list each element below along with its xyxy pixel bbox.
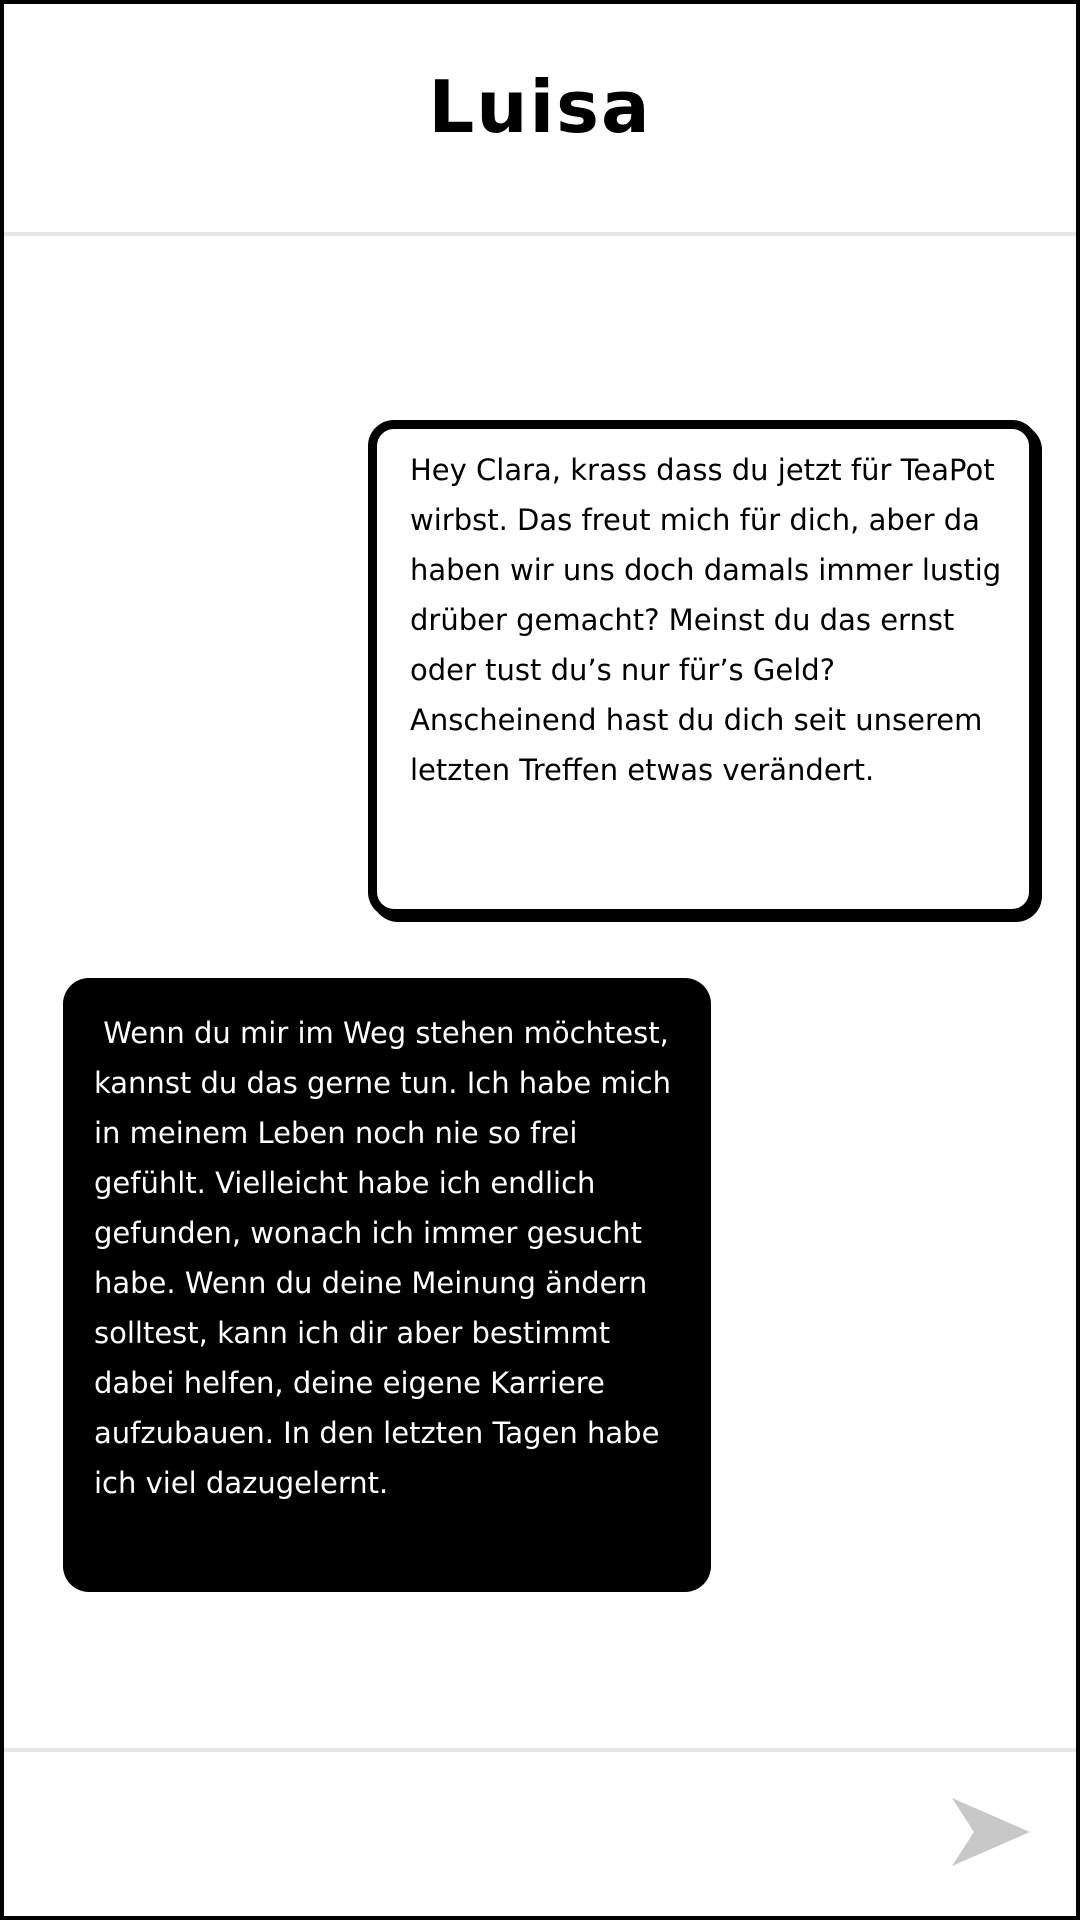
message-list[interactable]: Hey Clara, krass dass du jetzt für TeaPo… xyxy=(4,240,1076,1755)
message-bubble-incoming: Hey Clara, krass dass du jetzt für TeaPo… xyxy=(368,420,1038,918)
message-bubble-outgoing: Wenn du mir im Weg stehen möchtest, kann… xyxy=(63,978,711,1592)
contact-name: Luisa xyxy=(428,65,652,149)
chat-screen: Luisa Hey Clara, krass dass du jetzt für… xyxy=(0,0,1080,1920)
chat-header: Luisa xyxy=(4,4,1076,236)
send-button[interactable] xyxy=(950,1796,1032,1868)
send-arrow-icon xyxy=(952,1798,1030,1866)
message-composer xyxy=(4,1748,1076,1916)
